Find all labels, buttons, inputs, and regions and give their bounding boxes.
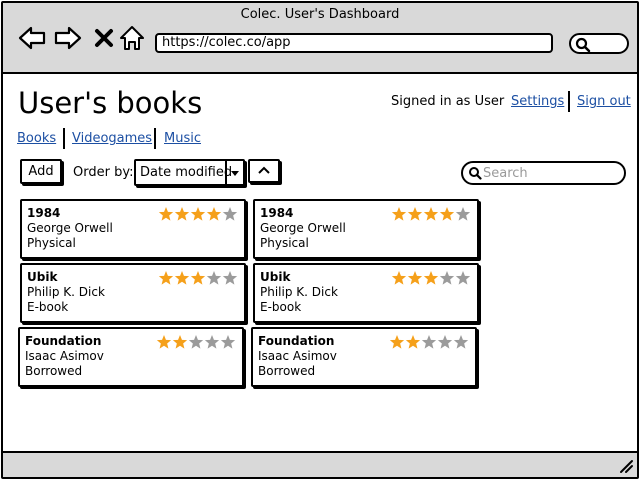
book-card[interactable]: 1984 George Orwell Physical (253, 199, 479, 259)
star-empty-icon[interactable] (206, 271, 222, 285)
sort-direction-button[interactable] (248, 159, 280, 183)
book-format: Physical (27, 236, 76, 250)
tab-divider (63, 128, 65, 149)
star-filled-icon[interactable] (407, 271, 423, 285)
book-card[interactable]: Ubik Philip K. Dick E-book (253, 263, 479, 323)
home-icon[interactable] (117, 23, 147, 53)
book-card[interactable]: Foundation Isaac Asimov Borrowed (18, 327, 244, 387)
book-title: 1984 (27, 206, 61, 220)
search-input[interactable] (483, 164, 621, 182)
book-format: E-book (260, 300, 302, 314)
book-title: Foundation (258, 334, 335, 348)
search-icon (469, 167, 482, 180)
star-empty-icon[interactable] (455, 207, 471, 221)
stop-icon[interactable] (89, 23, 119, 53)
star-empty-icon[interactable] (421, 335, 437, 349)
star-filled-icon[interactable] (172, 335, 188, 349)
star-rating[interactable] (389, 334, 469, 350)
settings-link[interactable]: Settings (511, 94, 564, 110)
star-empty-icon[interactable] (188, 335, 204, 349)
star-filled-icon[interactable] (391, 271, 407, 285)
star-filled-icon[interactable] (423, 207, 439, 221)
star-empty-icon[interactable] (439, 271, 455, 285)
book-author: George Orwell (27, 221, 113, 235)
star-filled-icon[interactable] (156, 335, 172, 349)
browser-window: Colec. User's Dashboard https://colec.co… (1, 1, 639, 479)
book-format: Borrowed (258, 364, 316, 378)
book-title: Ubik (260, 270, 291, 284)
tab-books[interactable]: Books (17, 131, 56, 147)
star-filled-icon[interactable] (174, 271, 190, 285)
book-format: E-book (27, 300, 69, 314)
star-rating[interactable] (158, 270, 238, 286)
status-bar (3, 451, 637, 477)
star-filled-icon[interactable] (190, 207, 206, 221)
star-empty-icon[interactable] (453, 335, 469, 349)
star-rating[interactable] (158, 206, 238, 222)
book-author: Isaac Asimov (25, 349, 104, 363)
add-button[interactable]: Add (20, 159, 62, 184)
tab-videogames[interactable]: Videogames (72, 131, 152, 147)
star-rating[interactable] (156, 334, 236, 350)
star-rating[interactable] (391, 206, 471, 222)
book-title: Ubik (27, 270, 58, 284)
book-format: Borrowed (25, 364, 83, 378)
book-format: Physical (260, 236, 309, 250)
star-rating[interactable] (391, 270, 471, 286)
book-title: 1984 (260, 206, 294, 220)
star-filled-icon[interactable] (158, 207, 174, 221)
window-title: Colec. User's Dashboard (240, 7, 400, 22)
book-author: George Orwell (260, 221, 346, 235)
tab-music[interactable]: Music (164, 131, 201, 147)
star-filled-icon[interactable] (206, 207, 222, 221)
star-empty-icon[interactable] (222, 207, 238, 221)
star-empty-icon[interactable] (204, 335, 220, 349)
tab-divider (154, 128, 156, 149)
browser-search-box[interactable] (569, 33, 629, 54)
book-title: Foundation (25, 334, 102, 348)
star-filled-icon[interactable] (407, 207, 423, 221)
chevron-down-icon (225, 161, 243, 184)
book-card[interactable]: Foundation Isaac Asimov Borrowed (251, 327, 477, 387)
star-empty-icon[interactable] (455, 271, 471, 285)
page-title: User's books (18, 86, 203, 120)
book-author: Philip K. Dick (260, 285, 338, 299)
star-empty-icon[interactable] (220, 335, 236, 349)
star-filled-icon[interactable] (439, 207, 455, 221)
book-author: Philip K. Dick (27, 285, 105, 299)
star-filled-icon[interactable] (158, 271, 174, 285)
star-empty-icon[interactable] (222, 271, 238, 285)
star-filled-icon[interactable] (190, 271, 206, 285)
browser-chrome: Colec. User's Dashboard https://colec.co… (3, 3, 637, 74)
star-filled-icon[interactable] (391, 207, 407, 221)
star-empty-icon[interactable] (437, 335, 453, 349)
book-card[interactable]: Ubik Philip K. Dick E-book (20, 263, 246, 323)
search-icon (575, 37, 591, 53)
sign-out-link[interactable]: Sign out (577, 94, 631, 110)
chevron-up-icon (258, 166, 270, 174)
star-filled-icon[interactable] (389, 335, 405, 349)
book-card[interactable]: 1984 George Orwell Physical (20, 199, 246, 259)
order-by-select[interactable]: Date modified (134, 159, 245, 186)
order-by-label: Order by: (73, 165, 134, 180)
back-icon[interactable] (17, 23, 47, 53)
search-box[interactable] (461, 161, 626, 185)
signed-in-label: Signed in as User (391, 94, 505, 109)
link-divider (568, 91, 570, 112)
forward-icon[interactable] (53, 23, 83, 53)
star-filled-icon[interactable] (174, 207, 190, 221)
star-filled-icon[interactable] (423, 271, 439, 285)
url-bar[interactable]: https://colec.co/app (155, 33, 553, 53)
resize-grip-icon[interactable] (618, 458, 634, 474)
order-by-value: Date modified (140, 165, 233, 180)
star-filled-icon[interactable] (405, 335, 421, 349)
book-author: Isaac Asimov (258, 349, 337, 363)
